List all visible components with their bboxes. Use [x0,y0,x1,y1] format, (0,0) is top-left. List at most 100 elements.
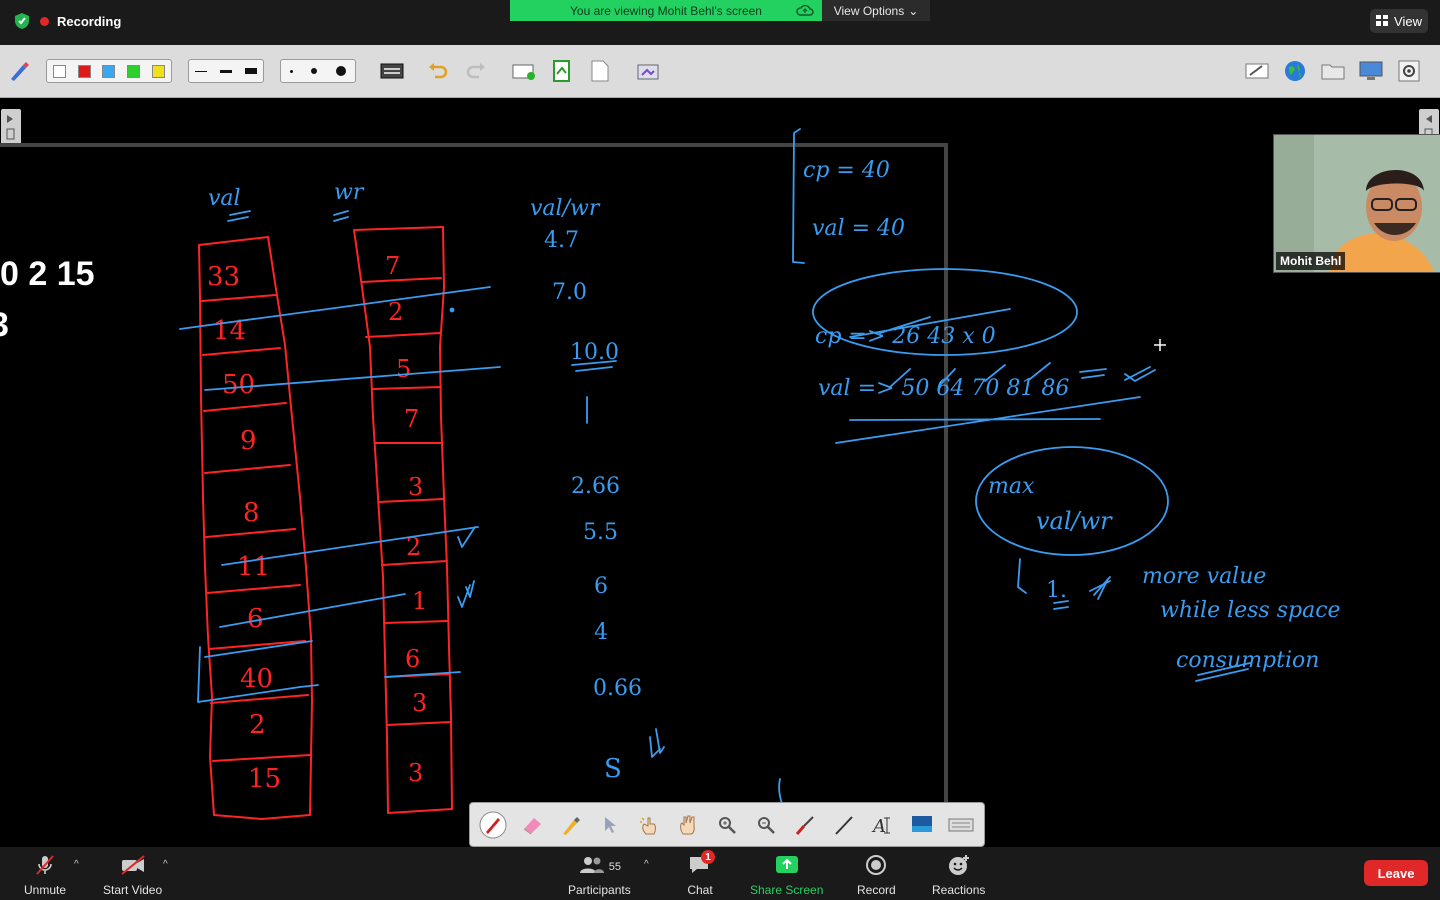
small-dot-icon[interactable] [290,69,294,73]
whiteboard-canvas[interactable]: 0 2 15 3 33 14 50 9 8 11 6 40 2 15 [0,97,1440,847]
pointer-icon[interactable] [595,810,625,840]
redo-icon[interactable] [463,58,489,84]
video-options-caret-icon[interactable]: ^ [163,859,168,870]
start-video-button[interactable]: Start Video [103,853,162,897]
brush-icon[interactable] [790,810,820,840]
audio-options-caret-icon[interactable]: ^ [74,859,79,870]
color-green-swatch[interactable] [127,64,141,78]
svg-text:7: 7 [385,252,400,280]
svg-text:while less space: while less space [1160,598,1341,623]
folder-icon[interactable] [1320,58,1346,84]
pen-icon[interactable] [478,810,508,840]
unmute-label: Unmute [24,883,67,897]
svg-text:cp = 40: cp = 40 [803,158,890,183]
ink-drawing: 33 14 50 9 8 11 6 40 2 15 7 2 5 7 3 2 1 … [0,128,1341,838]
svg-text:4: 4 [594,620,608,645]
svg-text:1: 1 [412,587,427,615]
participants-icon [578,853,606,880]
svg-text:0.66: 0.66 [593,676,642,701]
participant-video[interactable]: Mohit Behl [1273,134,1440,273]
svg-text:wr: wr [334,180,365,205]
color-blue-swatch[interactable] [102,64,116,78]
svg-text:8: 8 [243,498,260,528]
view-button[interactable]: View [1370,9,1428,33]
share-screen-button[interactable]: Share Screen [750,853,823,897]
view-options-button[interactable]: View Options ⌄ [822,0,930,21]
hand-icon[interactable] [673,810,703,840]
svg-text:3: 3 [408,473,423,501]
svg-text:2: 2 [388,298,403,326]
color-red-swatch[interactable] [77,64,91,78]
globe-icon[interactable] [1282,58,1308,84]
viewing-banner-text: You are viewing Mohit Behl's screen [570,3,762,18]
svg-text:2: 2 [249,710,266,740]
svg-text:2.66: 2.66 [571,474,620,499]
grid-icon [1376,14,1389,29]
svg-text:7: 7 [404,405,419,433]
svg-text:11: 11 [237,552,270,582]
top-bar: Recording You are viewing Mohit Behl's s… [0,0,1440,45]
color-white-swatch[interactable] [52,64,66,78]
svg-text:1.: 1. [1046,578,1067,603]
medium-line-icon[interactable] [219,69,232,73]
keyboard-input-icon[interactable] [946,810,976,840]
unmute-button[interactable]: Unmute [24,853,66,897]
smiley-icon [946,853,972,880]
svg-text:40: 40 [240,664,273,694]
zoom-out-icon[interactable] [751,810,781,840]
svg-text:max: max [988,474,1035,499]
large-dot-icon[interactable] [335,66,346,76]
svg-text:4.7: 4.7 [544,228,579,253]
share-screen-icon [774,853,800,880]
text-tool-icon[interactable]: A [868,810,898,840]
thick-line-icon[interactable] [244,68,257,74]
red-ink-strokes: 33 14 50 9 8 11 6 40 2 15 7 2 5 7 3 2 1 … [198,226,453,820]
new-page-icon[interactable] [511,58,537,84]
reactions-label: Reactions [932,883,986,897]
chat-button[interactable]: 1 Chat [687,850,715,897]
participant-name: Mohit Behl [1276,252,1346,270]
reactions-button[interactable]: Reactions [932,853,985,897]
medium-dot-icon[interactable] [311,68,318,74]
record-label: Record [857,883,896,897]
participants-button[interactable]: 55 Participants [568,853,631,897]
monitor-icon[interactable] [1358,58,1384,84]
svg-text:val = 40: val = 40 [812,216,905,241]
svg-text:S: S [604,754,622,784]
background-icon[interactable] [907,810,937,840]
meeting-controls: Unmute ^ Start Video ^ 55 Participants ^… [0,847,1440,900]
color-yellow-swatch[interactable] [152,64,166,78]
blank-page-icon[interactable] [587,58,613,84]
svg-text:5.5: 5.5 [583,520,618,545]
record-dot-icon [40,16,49,26]
svg-text:50: 50 [222,370,255,400]
dot-size-group [280,59,356,83]
crosshair-cursor [1154,339,1166,351]
highlighter-icon[interactable] [556,810,586,840]
settings-icon[interactable] [1396,58,1422,84]
keyboard-icon[interactable] [379,58,405,84]
magic-hand-icon[interactable] [634,810,664,840]
whiteboard-toolbar [0,45,1440,98]
view-label: View [1394,13,1422,29]
chat-icon: 1 [687,850,715,880]
leave-button[interactable]: Leave [1364,860,1428,886]
participants-caret-icon[interactable]: ^ [644,859,649,870]
zoom-in-icon[interactable] [712,810,742,840]
annotation-toolbar: A [469,802,985,847]
screenshot-icon[interactable] [635,58,661,84]
pen-tool-icon[interactable] [6,58,32,84]
open-document-icon[interactable] [549,58,575,84]
svg-text:3: 3 [408,759,423,787]
undo-icon[interactable] [425,58,451,84]
svg-text:6: 6 [405,645,420,673]
chevron-down-icon: ⌄ [908,3,919,18]
share-screen-label: Share Screen [750,883,824,897]
svg-text:9: 9 [240,426,257,456]
edit-board-icon[interactable] [1244,58,1270,84]
line-tool-icon[interactable] [829,810,859,840]
eraser-icon[interactable] [517,810,547,840]
svg-text:7.0: 7.0 [552,280,587,305]
thin-line-icon[interactable] [195,70,208,72]
record-button[interactable]: Record [857,853,896,897]
